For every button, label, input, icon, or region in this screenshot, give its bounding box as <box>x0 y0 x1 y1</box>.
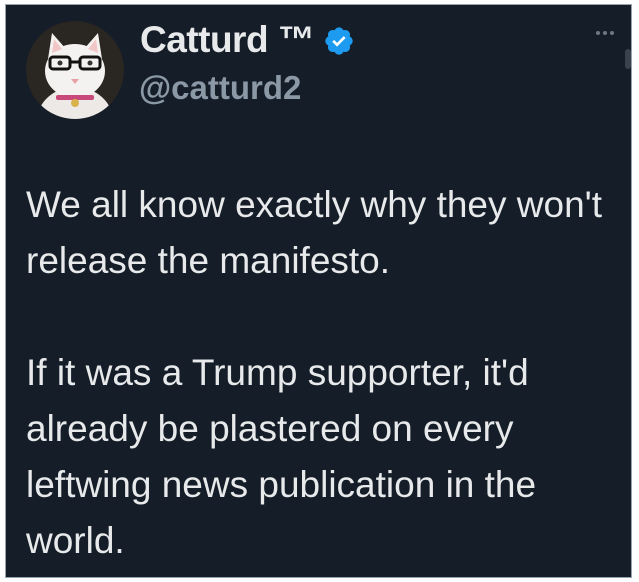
avatar[interactable] <box>26 21 124 119</box>
user-handle[interactable]: @catturd2 <box>139 69 301 107</box>
ellipsis-icon <box>603 31 607 35</box>
author-name-row[interactable]: Catturd ™ <box>140 15 355 65</box>
scrollbar-thumb[interactable] <box>625 49 631 69</box>
tweet-card: Catturd ™ @catturd2 We all know exactly … <box>5 4 632 578</box>
tweet-paragraph: We all know exactly why they won't relea… <box>26 184 603 281</box>
ellipsis-icon <box>596 31 600 35</box>
cat-with-glasses-icon <box>26 21 124 119</box>
more-options-button[interactable] <box>589 23 621 43</box>
display-name[interactable]: Catturd ™ <box>140 19 315 61</box>
verified-badge-icon <box>325 27 353 55</box>
tweet-paragraph: If it was a Trump supporter, it'd alread… <box>26 352 537 561</box>
tweet-text: We all know exactly why they won't relea… <box>26 177 626 569</box>
ellipsis-icon <box>610 31 614 35</box>
